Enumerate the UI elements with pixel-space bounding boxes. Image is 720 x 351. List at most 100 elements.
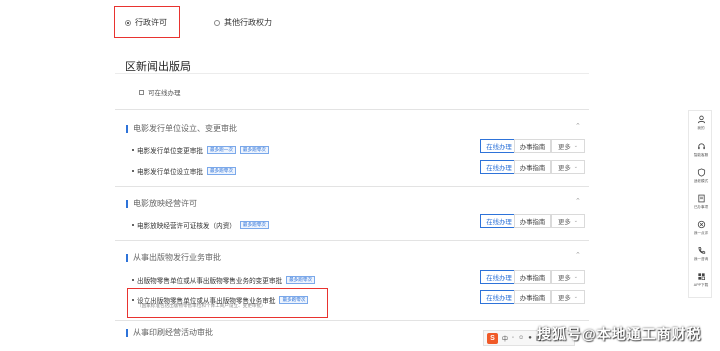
checkbox-icon xyxy=(139,89,144,95)
guide-button[interactable]: 办事指南 xyxy=(514,270,551,284)
more-label: 更多 xyxy=(558,164,571,172)
online-handle-button[interactable]: 在线办理 xyxy=(480,270,518,284)
divider xyxy=(115,73,589,74)
more-label: 更多 xyxy=(558,274,571,282)
more-dropdown[interactable]: 更多 ⌄ xyxy=(551,270,585,284)
sidebar-item-mine[interactable]: 我的 xyxy=(689,115,713,131)
status-badge: 最多跑一次 xyxy=(206,146,236,154)
status-badge: 最多跑零次 xyxy=(279,296,309,304)
sidebar-item-smart-service[interactable]: 智能客服 xyxy=(689,142,713,158)
chevron-up-icon[interactable]: ⌃ xyxy=(575,251,581,259)
chevron-up-icon[interactable]: ⌃ xyxy=(575,197,581,205)
group-title-label: 电影发行单位设立、变更审批 xyxy=(133,124,237,133)
group-title-label: 从事印刷经营活动审批 xyxy=(133,328,213,337)
status-badge: 最多跑零次 xyxy=(286,276,316,284)
online-only-filter[interactable]: 可在线办理 xyxy=(139,87,181,97)
more-label: 更多 xyxy=(558,143,571,151)
more-dropdown[interactable]: 更多 ⌄ xyxy=(551,160,585,174)
online-only-label: 可在线办理 xyxy=(148,90,181,97)
more-dropdown[interactable]: 更多 ⌄ xyxy=(551,214,585,228)
app-icon xyxy=(697,273,705,281)
sidebar-item-label: 我一点评 xyxy=(693,231,709,235)
sidebar-item-label: 智能客服 xyxy=(693,153,709,157)
sidebar-item-elder-mode[interactable]: 适老模式 xyxy=(689,168,713,184)
chevron-down-icon: ⌄ xyxy=(573,218,578,224)
tab-administrative-license[interactable]: 行政许可 xyxy=(125,17,167,28)
group-accent-bar xyxy=(126,328,128,337)
sidebar-item-review[interactable]: 我一点评 xyxy=(689,220,713,236)
guide-button[interactable]: 办事指南 xyxy=(514,214,551,228)
list-item: 电影发行单位变更审批 最多跑一次 最多跑零次 xyxy=(132,145,269,155)
more-label: 更多 xyxy=(558,294,571,302)
online-handle-button[interactable]: 在线办理 xyxy=(480,139,518,153)
chevron-down-icon: ⌄ xyxy=(573,294,578,300)
item-title[interactable]: 电影发行单位变更审批 xyxy=(137,145,203,155)
sidebar-item-app-download[interactable]: APP下载 xyxy=(689,272,713,288)
target-icon xyxy=(697,220,705,229)
item-title[interactable]: 电影发行单位设立审批 xyxy=(137,166,203,176)
divider xyxy=(115,240,589,241)
watermark: 搜狐号@本地通工商财税 xyxy=(537,326,702,342)
sidebar-item-label: 已办事项 xyxy=(693,205,709,209)
sidebar-item-label: 适老模式 xyxy=(693,179,709,183)
divider xyxy=(115,320,589,321)
radio-unselected-icon xyxy=(214,19,220,26)
sidebar-item-label: 我一咨询 xyxy=(693,257,709,261)
guide-button[interactable]: 办事指南 xyxy=(514,160,551,174)
punctuation-icon: ◦ xyxy=(512,335,515,341)
radio-selected-icon xyxy=(125,19,131,26)
sidebar-item-consult[interactable]: 我一咨询 xyxy=(689,246,713,262)
sidebar-item-handled[interactable]: 已办事项 xyxy=(689,194,713,210)
more-dropdown[interactable]: 更多 ⌄ xyxy=(551,139,585,153)
chevron-up-icon[interactable]: ⌃ xyxy=(575,122,581,130)
status-badge: 最多跑零次 xyxy=(239,146,269,154)
sidebar-item-label: APP下载 xyxy=(693,283,709,287)
guide-button[interactable]: 办事指南 xyxy=(514,290,551,304)
status-badge: 最多跑零次 xyxy=(206,167,236,175)
user-icon xyxy=(697,115,705,124)
item-title[interactable]: 出版物零售单位或从事出版物零售业务的变更审批 xyxy=(137,275,282,285)
status-badge: 最多跑零次 xyxy=(239,221,269,229)
microphone-icon: ● xyxy=(528,335,532,341)
phone-icon xyxy=(698,246,705,254)
headset-icon xyxy=(697,143,705,150)
tab-other-administrative-power[interactable]: 其他行政权力 xyxy=(214,17,272,28)
group-accent-bar xyxy=(126,253,128,262)
ime-mode-label: 中 xyxy=(502,336,509,343)
bullet-icon xyxy=(132,224,134,226)
online-handle-button[interactable]: 在线办理 xyxy=(480,160,518,174)
group-title-label: 从事出版物发行业务审批 xyxy=(133,253,221,262)
bullet-icon xyxy=(132,299,134,301)
bullet-icon xyxy=(132,279,134,281)
group-title[interactable]: 从事印刷经营活动审批 xyxy=(126,327,213,338)
online-handle-button[interactable]: 在线办理 xyxy=(480,290,518,304)
document-icon xyxy=(697,194,705,203)
more-dropdown[interactable]: 更多 ⌄ xyxy=(551,290,585,304)
sidebar-item-label: 我的 xyxy=(697,126,705,130)
item-note: （国家标准包括出版物零售单位和个体工商户设立、变更审批） xyxy=(137,303,266,308)
tab-label: 其他行政权力 xyxy=(224,18,272,27)
list-item: 出版物零售单位或从事出版物零售业务的变更审批 最多跑零次 xyxy=(132,275,316,285)
emoji-icon: ☺ xyxy=(518,335,525,341)
group-title[interactable]: 从事出版物发行业务审批 xyxy=(126,252,221,263)
divider xyxy=(115,109,589,110)
group-title[interactable]: 电影发行单位设立、变更审批 xyxy=(126,123,237,134)
group-accent-bar xyxy=(126,199,128,208)
chevron-down-icon: ⌄ xyxy=(573,274,578,280)
list-item: 电影发行单位设立审批 最多跑零次 xyxy=(132,166,236,176)
shield-icon xyxy=(697,168,705,177)
group-title-label: 电影放映经营许可 xyxy=(133,199,197,208)
guide-button[interactable]: 办事指南 xyxy=(514,139,551,153)
chevron-down-icon: ⌄ xyxy=(573,143,578,149)
chevron-down-icon: ⌄ xyxy=(573,164,578,170)
list-item: 电影放映经营许可证核发（内资） 最多跑零次 xyxy=(132,220,269,230)
item-title[interactable]: 电影放映经营许可证核发（内资） xyxy=(137,220,236,230)
more-label: 更多 xyxy=(558,218,571,226)
sogou-logo-icon: S xyxy=(487,332,498,344)
group-accent-bar xyxy=(126,124,128,133)
group-title[interactable]: 电影放映经营许可 xyxy=(126,198,197,209)
bullet-icon xyxy=(132,149,134,151)
divider xyxy=(115,186,589,187)
online-handle-button[interactable]: 在线办理 xyxy=(480,214,518,228)
tab-label: 行政许可 xyxy=(135,18,167,27)
